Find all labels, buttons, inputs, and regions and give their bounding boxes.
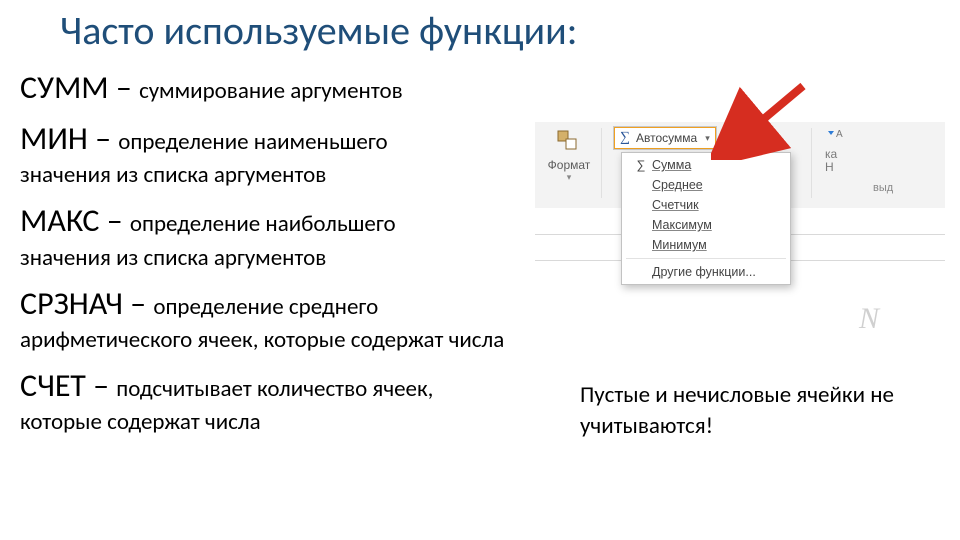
slide-title: Часто используемые функции:: [60, 6, 577, 55]
menu-item-avg[interactable]: Среднее: [622, 175, 790, 195]
func-desc-count: подсчитывает количество ячеек,: [116, 375, 433, 403]
autosum-label: Автосумма: [636, 131, 697, 145]
menu-label-max: Максимум: [652, 218, 712, 232]
func-desc-sum: суммирование аргументов: [139, 77, 403, 105]
caret-down-icon[interactable]: ▾: [705, 133, 710, 144]
menu-item-max[interactable]: Максимум: [622, 215, 790, 235]
sort-filter-icon: A: [825, 126, 845, 146]
format-button[interactable]: Формат ▾: [541, 126, 597, 183]
autosum-split-button[interactable]: ∑ Автосумма ▾: [613, 126, 717, 150]
menu-label-avg: Среднее: [652, 178, 703, 192]
faded-cell-text: N: [859, 302, 879, 336]
func-desc-avg: определение среднего: [153, 293, 378, 321]
menu-separator: [626, 258, 786, 259]
func-name-avg: СРЗНАЧ: [20, 284, 123, 323]
func-name-count: СЧЕТ: [20, 366, 86, 405]
func-name-min: МИН: [20, 119, 88, 158]
ribbon-separator: [601, 128, 602, 198]
ribbon-separator: [811, 128, 812, 198]
menu-item-min[interactable]: Минимум: [622, 235, 790, 255]
autosum-dropdown: ∑ Сумма Среднее Счетчик Максимум Минимум: [621, 152, 791, 285]
menu-label-count: Счетчик: [652, 198, 699, 212]
func-name-sum: СУММ: [20, 68, 109, 107]
dash: –: [99, 201, 129, 240]
func-cont-min: значения из списка аргументов: [20, 160, 560, 191]
ribbon-partial-line2: Н: [825, 161, 845, 174]
menu-label-sum: Сумма: [652, 158, 691, 172]
func-desc-min: определение наименьшего: [118, 128, 387, 156]
excel-snippet: Формат ▾ ∑ Автосумма ▾ A ка Н выд: [535, 122, 945, 362]
dash: –: [109, 68, 139, 107]
ribbon-right-partial: A ка Н: [825, 126, 845, 174]
menu-label-min: Минимум: [652, 238, 707, 252]
body-column: СУММ – суммирование аргументов МИН – опр…: [20, 62, 560, 446]
func-desc-max: определение наибольшего: [130, 210, 396, 238]
dash: –: [88, 119, 118, 158]
ribbon-partial-line3: выд: [873, 182, 893, 194]
menu-item-other-functions[interactable]: Другие функции...: [622, 262, 790, 282]
dash: –: [86, 366, 116, 405]
menu-label-other: Другие функции...: [652, 265, 756, 279]
dash: –: [123, 284, 153, 323]
func-name-max: МАКС: [20, 201, 99, 240]
format-label: Формат: [541, 158, 597, 172]
caret-down-icon: ▾: [541, 172, 597, 183]
func-cont-count: которые содержат числа: [20, 407, 560, 438]
sigma-icon: ∑: [620, 130, 630, 146]
svg-text:A: A: [836, 129, 843, 140]
func-cont-avg: арифметического ячеек, которые содержат …: [20, 325, 560, 356]
sigma-icon: ∑: [630, 158, 652, 172]
menu-item-sum[interactable]: ∑ Сумма: [622, 155, 790, 175]
format-cells-icon: [555, 128, 583, 156]
func-cont-max: значения из списка аргументов: [20, 243, 560, 274]
note-text: Пустые и нечисловые ячейки не учитываютс…: [580, 380, 930, 442]
menu-item-count[interactable]: Счетчик: [622, 195, 790, 215]
